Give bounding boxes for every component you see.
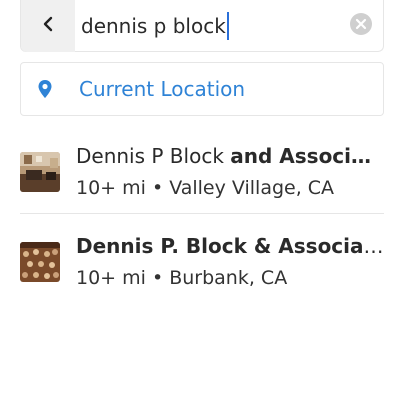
place-thumbnail bbox=[20, 151, 60, 192]
result-title-plain: Dennis P Block bbox=[76, 143, 231, 168]
clear-search-button[interactable] bbox=[339, 0, 383, 52]
result-title: Dennis P. Block & Associat… bbox=[76, 232, 384, 260]
text-caret bbox=[226, 11, 229, 40]
location-pin-icon bbox=[21, 79, 69, 99]
result-title-bold: Dennis P. Block & Associat… bbox=[76, 234, 384, 258]
search-bar: dennis p block bbox=[20, 0, 384, 52]
search-input[interactable]: dennis p block bbox=[75, 0, 339, 52]
chevron-left-icon bbox=[41, 16, 55, 36]
place-thumbnail bbox=[20, 242, 60, 282]
result-title-bold: and Associ… bbox=[230, 143, 372, 168]
search-input-text: dennis p block bbox=[81, 13, 226, 38]
current-location-label: Current Location bbox=[79, 77, 246, 101]
list-item[interactable]: Dennis P. Block & Associat… 10+ mi • Bur… bbox=[20, 220, 384, 304]
result-subtitle: 10+ mi • Valley Village, CA bbox=[76, 176, 335, 199]
result-title: Dennis P Block and Associ… bbox=[76, 142, 384, 170]
result-subtitle: 10+ mi • Burbank, CA bbox=[76, 267, 288, 289]
list-item[interactable]: Dennis P Block and Associ… 10+ mi • Vall… bbox=[20, 130, 384, 214]
back-button[interactable] bbox=[21, 0, 75, 52]
current-location-button[interactable]: Current Location bbox=[20, 62, 384, 116]
clear-circle-icon bbox=[349, 12, 373, 40]
